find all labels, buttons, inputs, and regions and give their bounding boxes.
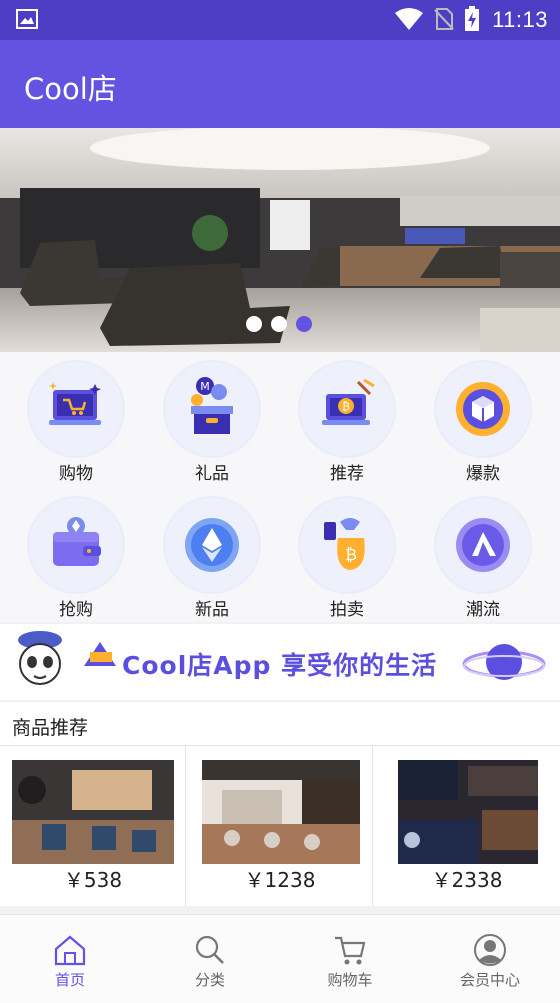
wifi-icon [395, 8, 423, 30]
nav-category-label: 分类 [194, 971, 225, 989]
section-title: 商品推荐 [12, 717, 89, 739]
product-price: ￥1238 [244, 868, 316, 892]
status-bar: 11:13 [0, 0, 560, 40]
product-list: ￥538 ￥1238 ￥2338 [0, 746, 560, 906]
product-price: ￥2338 [431, 868, 503, 892]
product-card[interactable]: ￥1238 [187, 746, 373, 906]
home-icon [54, 935, 86, 966]
search-icon [195, 935, 224, 964]
category-label: 新品 [195, 600, 229, 620]
category-hot[interactable]: 爆款 [428, 352, 538, 484]
svg-text:₿: ₿ [342, 400, 350, 413]
category-new[interactable]: 新品 [157, 488, 267, 620]
category-label: 爆款 [466, 464, 500, 484]
category-grid: 购物 M 礼品 ₿ 推荐 爆款 抢购 新品 ₿ 拍卖 潮流 [0, 352, 560, 622]
laptop-bitcoin-icon: ₿ [322, 378, 375, 425]
nav-member-label: 会员中心 [459, 971, 520, 989]
category-label: 推荐 [330, 464, 364, 484]
category-label: 礼品 [195, 464, 229, 484]
product-card[interactable]: ￥2338 [374, 746, 560, 906]
product-price: ￥538 [63, 868, 123, 892]
category-trend[interactable]: 潮流 [428, 488, 538, 620]
nav-member[interactable]: 会员中心 [420, 915, 560, 1003]
svg-text:₿: ₿ [345, 545, 357, 564]
cart-icon [335, 936, 366, 965]
nav-home[interactable]: 首页 [0, 915, 140, 1003]
nav-cart-label: 购物车 [327, 971, 373, 989]
svg-text:M: M [200, 380, 210, 393]
bitcoin-bag-icon: ₿ [324, 518, 365, 570]
category-flash-sale[interactable]: 抢购 [21, 488, 131, 620]
arrow-coin-icon [456, 518, 510, 572]
carousel-dot[interactable] [246, 316, 262, 332]
app-bar: Cool店 [0, 40, 560, 128]
app-title: Cool店 [24, 72, 117, 106]
product-card[interactable]: ￥538 [0, 746, 186, 906]
wallet-icon [53, 517, 101, 566]
carousel-dot-active[interactable] [296, 316, 312, 332]
planet-icon [462, 644, 546, 680]
product-image [398, 760, 538, 864]
user-icon [474, 934, 506, 966]
status-icons [394, 6, 480, 32]
category-recommend[interactable]: ₿ 推荐 [292, 352, 402, 484]
banner-carousel[interactable] [0, 128, 560, 352]
category-label: 潮流 [466, 600, 500, 620]
rocket-badge-icon [84, 642, 116, 666]
image-notification-icon [16, 9, 38, 29]
bottom-navigation: 首页 分类 购物车 会员中心 [0, 914, 560, 1003]
category-auction[interactable]: ₿ 拍卖 [292, 488, 402, 620]
ethereum-icon [185, 518, 239, 572]
section-header: 商品推荐 [0, 702, 560, 746]
promo-banner[interactable]: Cool店App 享受你的生活 [0, 624, 560, 700]
no-sim-icon [434, 8, 454, 30]
cube-coin-icon [456, 382, 510, 436]
promo-slogan: Cool店App 享受你的生活 [122, 651, 438, 680]
carousel-dot[interactable] [271, 316, 287, 332]
mascot-icon [18, 631, 62, 685]
category-label: 抢购 [59, 600, 93, 620]
gift-box-icon: M [191, 377, 233, 434]
category-gift[interactable]: M 礼品 [157, 352, 267, 484]
nav-category[interactable]: 分类 [140, 915, 280, 1003]
product-image [202, 760, 360, 864]
category-label: 购物 [59, 464, 93, 484]
nav-home-label: 首页 [54, 971, 85, 989]
battery-charging-icon [465, 6, 479, 31]
category-label: 拍卖 [330, 600, 364, 620]
category-shopping[interactable]: 购物 [21, 352, 131, 484]
laptop-cart-icon [49, 382, 101, 425]
status-time: 11:13 [492, 7, 548, 32]
nav-cart[interactable]: 购物车 [280, 915, 420, 1003]
product-image [12, 760, 174, 864]
carousel-dots [246, 316, 312, 332]
